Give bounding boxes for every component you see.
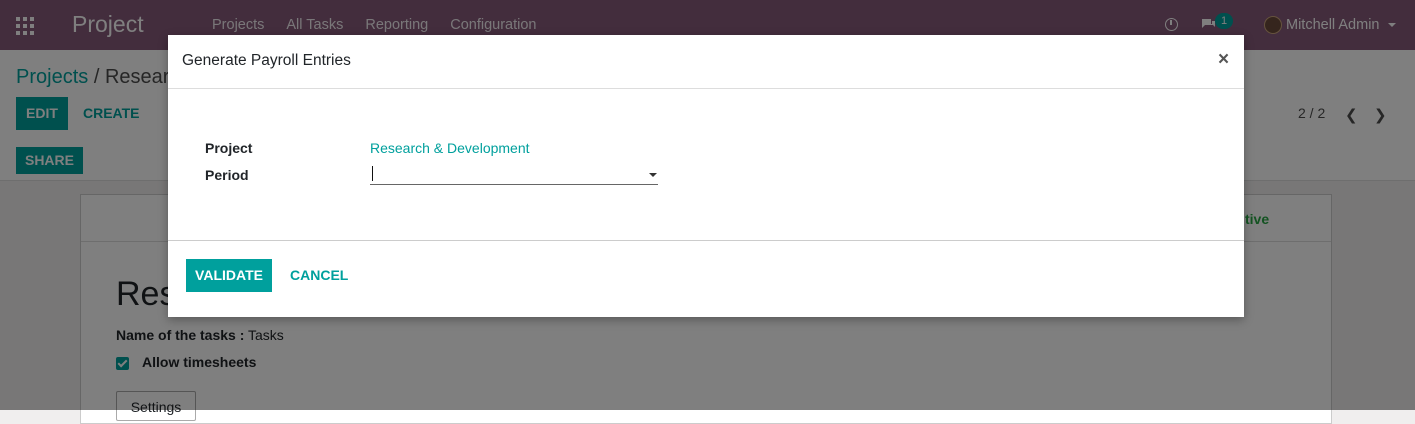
text-cursor [372,166,373,181]
generate-payroll-dialog: Generate Payroll Entries × Project Resea… [168,35,1244,317]
project-value-link[interactable]: Research & Development [370,140,530,156]
modal-body: Project Research & Development Period [168,89,1244,241]
period-label: Period [205,167,249,183]
project-label: Project [205,140,253,156]
cancel-button[interactable]: CANCEL [290,267,348,283]
chevron-down-icon[interactable] [649,173,657,177]
validate-button[interactable]: VALIDATE [186,259,272,292]
modal-footer: VALIDATE CANCEL [168,241,1244,317]
period-select[interactable] [370,163,658,185]
modal-title: Generate Payroll Entries [182,52,351,69]
close-icon[interactable]: × [1218,49,1229,71]
modal-header: Generate Payroll Entries × [168,35,1244,89]
